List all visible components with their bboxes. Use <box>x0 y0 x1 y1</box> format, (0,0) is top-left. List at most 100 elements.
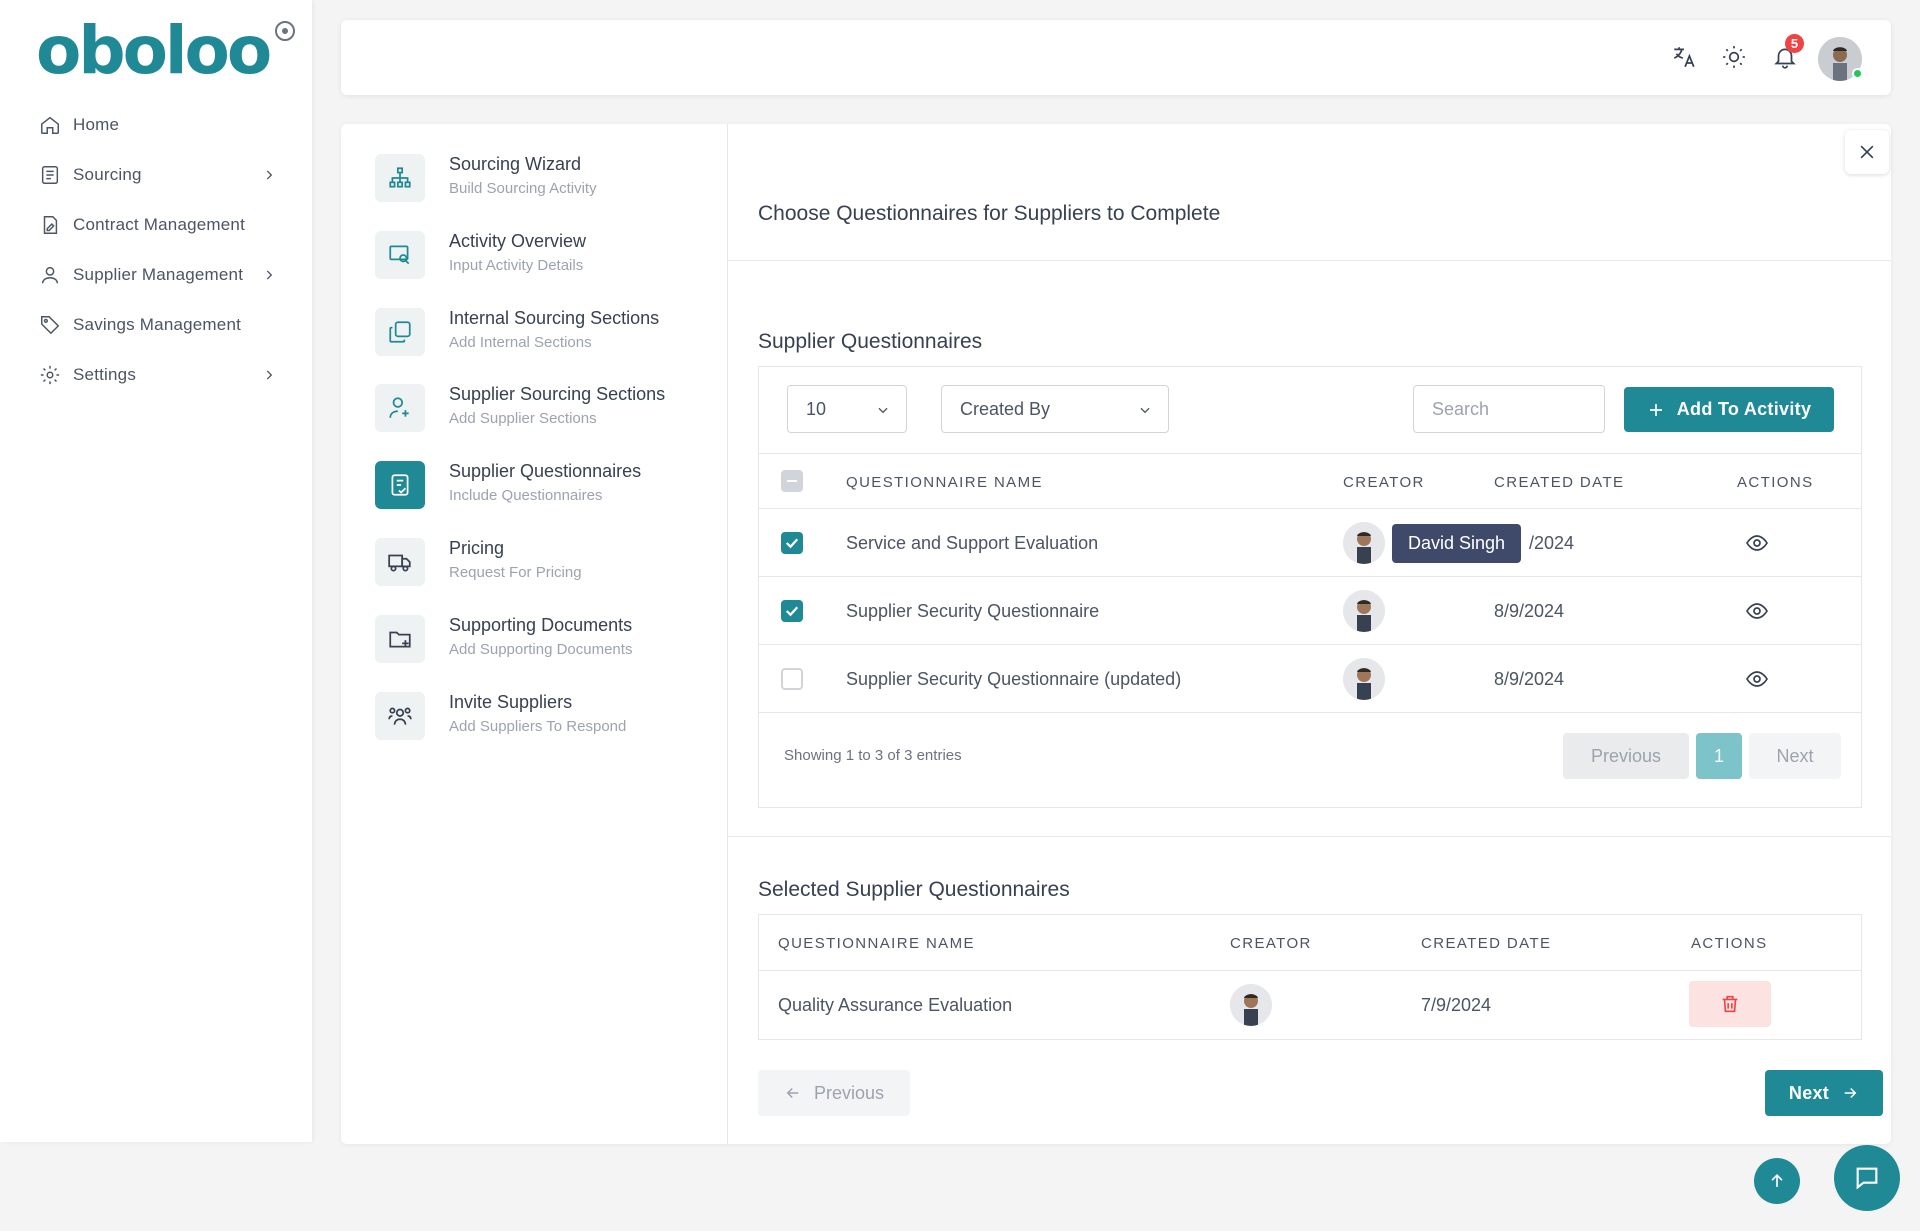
section-title-selected-questionnaires: Selected Supplier Questionnaires <box>758 878 1070 901</box>
add-to-activity-button[interactable]: Add To Activity <box>1624 387 1834 432</box>
creator-avatar[interactable] <box>1230 984 1272 1026</box>
chevron-right-icon <box>266 270 273 280</box>
step-supporting-documents[interactable]: Supporting Documents Add Supporting Docu… <box>375 611 715 671</box>
table-row: Supplier Security Questionnaire (updated… <box>759 645 1861 713</box>
arrow-up-icon <box>1771 1173 1783 1187</box>
page-size-value: 10 <box>806 398 827 419</box>
page-title: Choose Questionnaires for Suppliers to C… <box>758 202 1221 225</box>
step-title: Sourcing Wizard <box>449 154 582 174</box>
chevron-right-icon <box>266 170 273 180</box>
step-subtitle: Add Supplier Sections <box>449 410 597 427</box>
sidebar-collapse-icon[interactable] <box>275 21 295 41</box>
row-checkbox[interactable] <box>781 532 803 554</box>
eye-icon[interactable] <box>1745 531 1769 555</box>
step-subtitle: Include Questionnaires <box>449 487 603 504</box>
creator-avatar[interactable] <box>1343 590 1385 632</box>
trash-icon <box>1722 995 1738 1013</box>
created-date: 8/9/2024 <box>1494 669 1565 689</box>
check-icon <box>785 538 799 549</box>
check-icon <box>785 606 799 617</box>
table-row: Quality Assurance Evaluation 7/9/2024 <box>759 971 1861 1039</box>
gear-icon <box>38 363 62 387</box>
tag-icon <box>38 313 62 337</box>
sidebar-item-settings[interactable]: Settings <box>0 350 312 400</box>
select-all-checkbox[interactable] <box>781 470 803 492</box>
chat-icon <box>1856 1167 1878 1190</box>
questionnaire-name: Service and Support Evaluation <box>846 533 1099 553</box>
previous-button[interactable]: Previous <box>758 1070 910 1116</box>
pagination-next-button[interactable]: Next <box>1749 733 1841 779</box>
add-to-activity-label: Add To Activity <box>1676 399 1812 419</box>
table-header: QUESTIONNAIRE NAME CREATOR CREATED DATE … <box>759 915 1861 971</box>
divider <box>728 260 1891 261</box>
creator-tooltip: David Singh <box>1392 524 1522 563</box>
step-subtitle: Build Sourcing Activity <box>449 180 597 197</box>
supplier-questionnaires-table-box: 10 Created By Search Add To Activity QUE… <box>758 366 1862 808</box>
selected-questionnaires-table-box: QUESTIONNAIRE NAME CREATOR CREATED DATE … <box>758 914 1862 1040</box>
step-supplier-sourcing-sections[interactable]: Supplier Sourcing Sections Add Supplier … <box>375 380 715 440</box>
step-title: Supporting Documents <box>449 615 633 635</box>
chat-button[interactable] <box>1834 1145 1900 1211</box>
page-size-select[interactable]: 10 <box>787 385 907 433</box>
eye-icon[interactable] <box>1745 599 1769 623</box>
chevron-right-icon <box>266 370 273 380</box>
pagination-previous-button[interactable]: Previous <box>1563 733 1689 779</box>
contract-icon <box>38 213 62 237</box>
screen-search-icon <box>375 231 425 279</box>
step-internal-sourcing-sections[interactable]: Internal Sourcing Sections Add Internal … <box>375 304 715 364</box>
step-invite-suppliers[interactable]: Invite Suppliers Add Suppliers To Respon… <box>375 688 715 748</box>
questionnaire-name: Quality Assurance Evaluation <box>778 995 1013 1015</box>
created-date: 7/9/2024 <box>1421 995 1492 1015</box>
creator-avatar[interactable] <box>1343 658 1385 700</box>
step-subtitle: Input Activity Details <box>449 257 584 274</box>
questionnaire-content: Choose Questionnaires for Suppliers to C… <box>728 124 1891 1144</box>
scroll-to-top-button[interactable] <box>1754 1158 1800 1204</box>
divider <box>728 836 1891 837</box>
pagination-page-button[interactable]: 1 <box>1696 733 1742 779</box>
row-checkbox[interactable] <box>781 600 803 622</box>
column-header-creator: CREATOR <box>1343 474 1425 491</box>
questionnaire-name: Supplier Security Questionnaire <box>846 601 1100 621</box>
step-subtitle: Add Internal Sections <box>449 334 592 351</box>
step-title: Invite Suppliers <box>449 692 573 712</box>
sidebar-item-supplier-management[interactable]: Supplier Management <box>0 250 312 300</box>
column-header-name: QUESTIONNAIRE NAME <box>846 474 1043 491</box>
sidebar-item-label: Contract Management <box>73 215 245 234</box>
table-header: QUESTIONNAIRE NAME CREATOR CREATED DATE … <box>759 453 1861 509</box>
truck-icon <box>375 538 425 586</box>
notification-badge: 5 <box>1785 34 1804 53</box>
created-by-value: Created By <box>960 398 1051 419</box>
eye-icon[interactable] <box>1745 667 1769 691</box>
step-sourcing-wizard[interactable]: Sourcing Wizard Build Sourcing Activity <box>375 150 715 210</box>
next-label: Next <box>1788 1082 1830 1103</box>
online-status-dot <box>1852 68 1863 79</box>
created-by-select[interactable]: Created By <box>941 385 1169 433</box>
oboloo-logo[interactable]: oboloo <box>36 18 272 84</box>
column-header-created-date: CREATED DATE <box>1494 474 1625 491</box>
sidebar-item-home[interactable]: Home <box>0 100 312 150</box>
delete-button[interactable] <box>1689 981 1771 1027</box>
checklist-icon <box>375 461 425 509</box>
step-activity-overview[interactable]: Activity Overview Input Activity Details <box>375 227 715 287</box>
translate-icon[interactable] <box>1669 42 1699 72</box>
home-icon <box>38 113 62 137</box>
step-title: Supplier Questionnaires <box>449 461 642 481</box>
sidebar-item-savings-management[interactable]: Savings Management <box>0 300 312 350</box>
creator-avatar[interactable] <box>1343 522 1385 564</box>
sidebar-item-sourcing[interactable]: Sourcing <box>0 150 312 200</box>
column-header-actions: ACTIONS <box>1737 474 1814 491</box>
sidebar-item-contract-management[interactable]: Contract Management <box>0 200 312 250</box>
step-pricing[interactable]: Pricing Request For Pricing <box>375 534 715 594</box>
table-row: Supplier Security Questionnaire 8/9/2024 <box>759 577 1861 645</box>
column-header-name: QUESTIONNAIRE NAME <box>778 935 975 952</box>
sidebar: oboloo Home Sourcing Contract Management <box>0 0 312 1142</box>
row-checkbox[interactable] <box>781 668 803 690</box>
search-input[interactable]: Search <box>1413 385 1605 433</box>
column-header-actions: ACTIONS <box>1691 935 1768 952</box>
arrow-left-icon <box>786 1087 799 1099</box>
next-button[interactable]: Next <box>1765 1070 1883 1116</box>
sun-icon[interactable] <box>1719 42 1749 72</box>
step-subtitle: Request For Pricing <box>449 564 582 581</box>
step-supplier-questionnaires[interactable]: Supplier Questionnaires Include Question… <box>375 457 715 517</box>
document-list-icon <box>38 163 62 187</box>
